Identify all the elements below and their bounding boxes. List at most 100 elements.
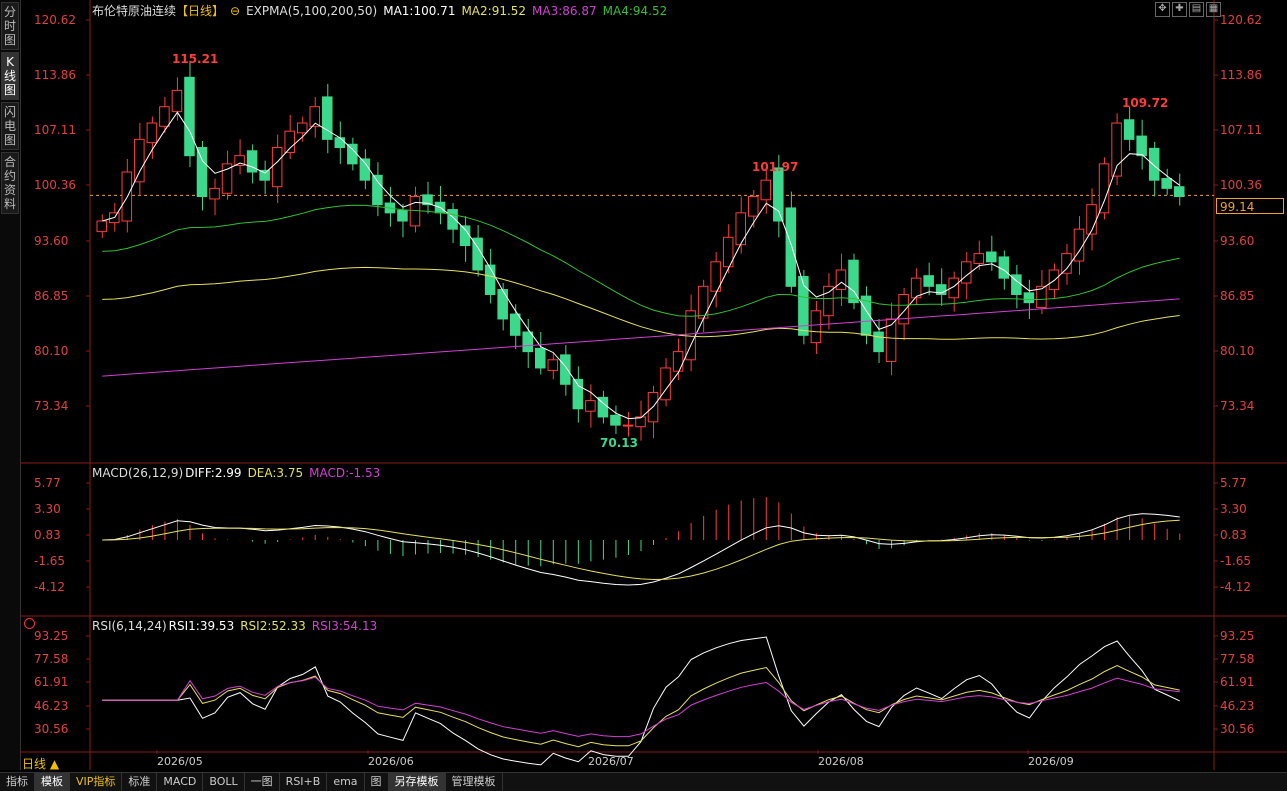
macd-y-left-label: -1.65 (34, 554, 66, 568)
ma1-line (102, 111, 1180, 420)
macd-y-right-label: -1.65 (1220, 554, 1252, 568)
price-y-right-label: 80.10 (1220, 344, 1255, 358)
price-y-right-label: 93.60 (1220, 234, 1255, 248)
second-high-label: 109.72 (1122, 96, 1169, 110)
rsi-y-left-label: 61.91 (34, 675, 69, 689)
candle-down (484, 264, 496, 295)
high-price-label: 115.21 (172, 52, 219, 66)
indicator-name: EXPMA(5,100,200,50) (246, 4, 378, 18)
candle-up (1086, 204, 1097, 235)
mid-high-label: 101.97 (752, 160, 799, 174)
ma4-value: MA4:94.52 (602, 4, 668, 18)
rsi-y-left-label: 93.25 (34, 629, 69, 643)
candle-up (221, 163, 233, 194)
candle-up (960, 261, 972, 284)
candle-up (1061, 253, 1072, 274)
settings-icon[interactable]: ⊖ (230, 4, 240, 18)
rsi-y-left-label: 46.23 (34, 699, 69, 713)
tab-ema[interactable]: ema (327, 773, 365, 791)
candle-down (497, 289, 508, 320)
x-label-jun: 2026/06 (368, 755, 414, 768)
candle-down (535, 347, 546, 369)
candle-down (196, 147, 208, 198)
rsi2-line (102, 664, 1180, 748)
candle-down (334, 137, 346, 149)
candle-up (271, 147, 283, 188)
candle-up (810, 310, 822, 344)
tab-template[interactable]: 模板 (35, 773, 70, 791)
ma3-line (102, 298, 1180, 377)
candle-up (835, 269, 847, 291)
rsi-y-right-label: 46.23 (1220, 699, 1255, 713)
layout-icon[interactable]: ▦ (1206, 2, 1221, 17)
candle-up (672, 351, 684, 372)
candle-up (1098, 163, 1110, 214)
price-y-right-label: 100.36 (1220, 178, 1262, 192)
candle-down (397, 209, 408, 222)
candle-down (1161, 178, 1172, 189)
tab-macd[interactable]: MACD (157, 773, 204, 791)
manage-template-button[interactable]: 管理模板 (446, 773, 503, 791)
price-chart-canvas[interactable] (0, 0, 1287, 770)
main-chart-header: 布伦特原油连续【日线】 ⊖ EXPMA(5,100,200,50) MA1:100.7… (92, 2, 673, 19)
tab-chart[interactable]: 图 (365, 773, 389, 791)
rsi-y-right-label: 61.91 (1220, 675, 1255, 689)
price-y-right-label: 120.62 (1220, 13, 1262, 27)
candle-up (735, 212, 746, 246)
candle-down (572, 378, 584, 410)
low-price-label: 70.13 (600, 436, 638, 450)
tab-standard[interactable]: 标准 (122, 773, 158, 791)
rsi1-value: RSI1:39.53 (168, 619, 235, 633)
ma2-value: MA2:91.52 (461, 4, 527, 18)
x-label-aug: 2026/08 (818, 755, 864, 768)
candle-up (296, 122, 308, 134)
rsi-y-left-label: 77.58 (34, 652, 69, 666)
rsi-title: RSI(6,14,24) (92, 619, 167, 633)
current-price-box: 99.14 (1216, 198, 1284, 214)
split-icon[interactable]: ▤ (1189, 2, 1204, 17)
period-selector[interactable]: 日线 ▲ (22, 755, 59, 772)
macd-y-right-label: 5.77 (1220, 476, 1247, 490)
macd-y-right-label: 3.30 (1220, 502, 1247, 516)
x-label-may: 2026/05 (157, 755, 203, 768)
candle-down (610, 414, 621, 426)
ma3-value: MA3:86.87 (532, 4, 597, 18)
x-label-sep: 2026/09 (1028, 755, 1074, 768)
price-y-right-label: 73.34 (1220, 399, 1255, 413)
candle-up (747, 196, 759, 217)
macd-dea: DEA:3.75 (247, 466, 304, 480)
macd-diff: DIFF:2.99 (185, 466, 242, 480)
candle-up (171, 89, 183, 113)
candle-down (322, 96, 333, 140)
candle-down (347, 143, 358, 165)
tab-vip-indicator[interactable]: VIP指标 (70, 773, 123, 791)
ma4-line (102, 204, 1180, 317)
candle-down (560, 354, 571, 385)
save-template-button[interactable]: 另存模板 (388, 773, 446, 791)
macd-y-left-label: 0.83 (34, 528, 61, 542)
crosshair-icon[interactable]: ✚ (1172, 2, 1187, 17)
candle-up (121, 171, 133, 222)
candle-down (773, 167, 784, 222)
candle-up (622, 424, 634, 427)
candle-up (585, 400, 596, 412)
tab-one-chart[interactable]: 一图 (245, 773, 280, 791)
rsi-header: RSI(6,14,24) RSI1:39.53 RSI2:52.33 RSI3:54.… (92, 619, 383, 633)
tab-rsi-b[interactable]: RSI+B (280, 773, 328, 791)
tab-boll[interactable]: BOLL (203, 773, 245, 791)
price-y-left-label: 93.60 (34, 234, 69, 248)
candle-down (1148, 147, 1160, 181)
candle-up (146, 122, 158, 144)
price-y-right-label: 113.86 (1220, 68, 1262, 82)
candle-down (522, 331, 534, 353)
rsi-y-right-label: 30.56 (1220, 722, 1255, 736)
expand-icon[interactable]: ✥ (1155, 2, 1170, 17)
rsi-settings-icon[interactable] (24, 618, 35, 629)
price-y-right-label: 86.85 (1220, 289, 1255, 303)
rsi2-value: RSI2:52.33 (240, 619, 306, 633)
candle-down (986, 251, 997, 263)
price-y-left-label: 100.36 (34, 178, 76, 192)
price-y-left-label: 80.10 (34, 344, 69, 358)
tab-indicator[interactable]: 指标 (0, 773, 35, 791)
candle-up (284, 130, 295, 153)
